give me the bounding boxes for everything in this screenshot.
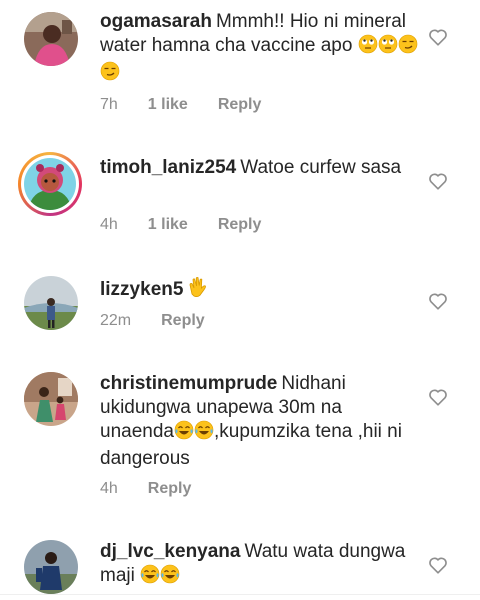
rolling-eyes-icon bbox=[358, 34, 378, 61]
tears-of-joy-icon bbox=[160, 564, 180, 591]
comment-meta: 22m Reply bbox=[100, 312, 235, 330]
avatar[interactable] bbox=[24, 372, 78, 426]
smirk-icon bbox=[398, 34, 418, 61]
reply-button[interactable]: Reply bbox=[218, 96, 262, 114]
tears-of-joy-icon bbox=[140, 564, 160, 591]
comment-likes-link[interactable]: 1 like bbox=[148, 96, 188, 114]
like-heart-icon[interactable] bbox=[428, 172, 448, 190]
comment-time: 7h bbox=[100, 96, 118, 113]
comment-time: 4h bbox=[100, 480, 118, 497]
like-heart-icon[interactable] bbox=[428, 556, 448, 574]
comment-username[interactable]: timoh_laniz254 bbox=[100, 157, 236, 178]
comment-meta: 4h Reply bbox=[100, 480, 221, 498]
avatar[interactable] bbox=[18, 152, 82, 216]
rolling-eyes-icon bbox=[378, 34, 398, 61]
comment-username[interactable]: ogamasarah bbox=[100, 11, 212, 32]
reply-button[interactable]: Reply bbox=[148, 480, 192, 498]
smirk-icon bbox=[100, 61, 120, 88]
comment-body: dj_lvc_kenyana Watu wata dungwa maji bbox=[100, 540, 418, 591]
divider bbox=[0, 594, 480, 595]
like-heart-icon[interactable] bbox=[428, 388, 448, 406]
comment-likes-link[interactable]: 1 like bbox=[148, 216, 188, 234]
tears-of-joy-icon bbox=[194, 420, 214, 447]
avatar[interactable] bbox=[24, 12, 78, 66]
reply-button[interactable]: Reply bbox=[161, 312, 205, 330]
comment-body: timoh_laniz254 Watoe curfew sasa bbox=[100, 156, 418, 180]
comment-username[interactable]: christinemumprude bbox=[100, 373, 277, 394]
comment-username[interactable]: lizzyken5 bbox=[100, 279, 183, 300]
comment-meta: 7h 1 like Reply bbox=[100, 96, 291, 114]
comment-body: christinemumprude Nidhani ukidungwa unape… bbox=[100, 372, 418, 471]
like-heart-icon[interactable] bbox=[428, 28, 448, 46]
comment-body: lizzyken5 bbox=[100, 276, 418, 305]
comment-username[interactable]: dj_lvc_kenyana bbox=[100, 541, 240, 562]
comment-time: 4h bbox=[100, 216, 118, 233]
comment-body: ogamasarah Mmmh!! Hio ni mineral water ha… bbox=[100, 10, 418, 88]
reply-button[interactable]: Reply bbox=[218, 216, 262, 234]
comment-time: 22m bbox=[100, 312, 132, 329]
avatar[interactable] bbox=[24, 276, 78, 330]
tears-of-joy-icon bbox=[174, 420, 194, 447]
comment-meta: 4h 1 like Reply bbox=[100, 216, 291, 234]
avatar[interactable] bbox=[24, 540, 78, 594]
like-heart-icon[interactable] bbox=[428, 292, 448, 310]
clapping-hands-icon bbox=[187, 276, 209, 305]
comment-text: Watoe curfew sasa bbox=[240, 157, 402, 178]
